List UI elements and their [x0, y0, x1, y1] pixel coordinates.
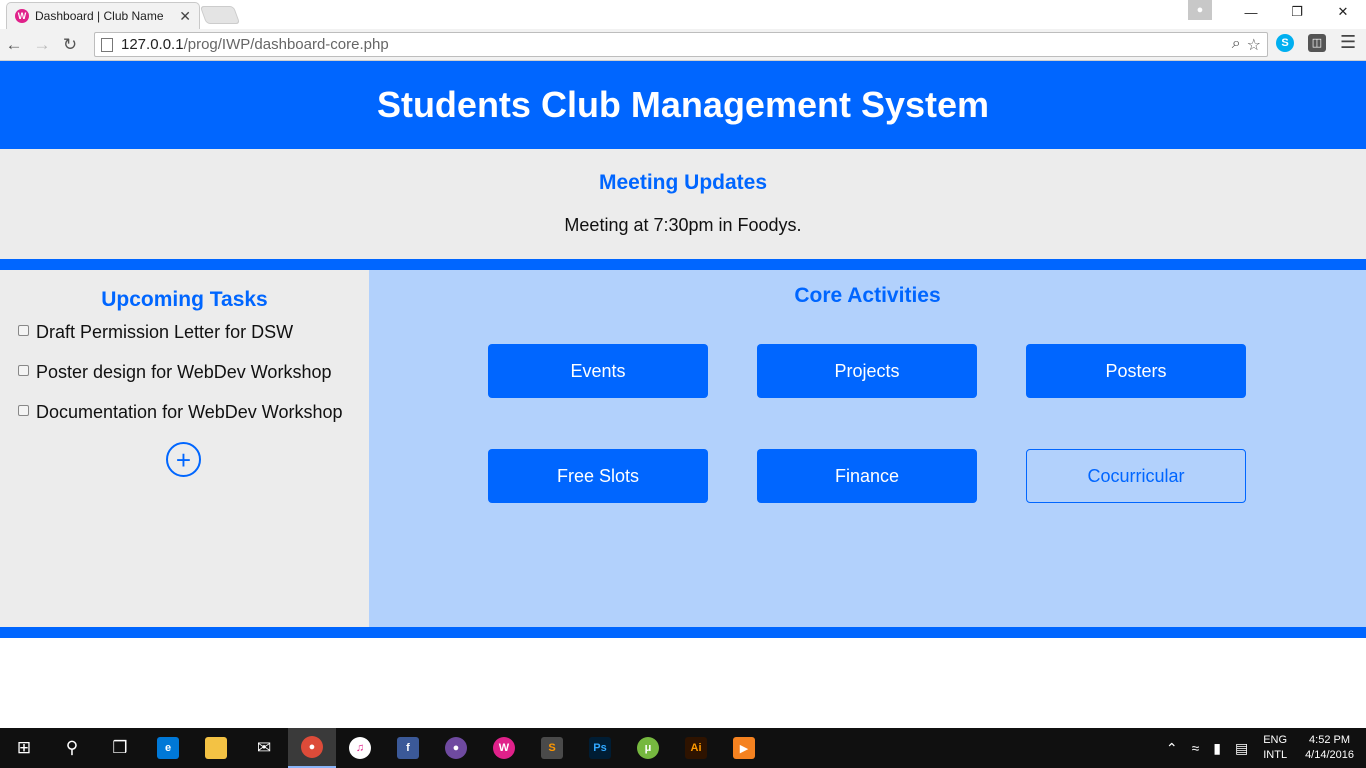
- url-host: 127.0.0.1: [121, 36, 184, 53]
- profile-icon[interactable]: ●: [1188, 0, 1212, 20]
- clock-time: 4:52 PM: [1309, 734, 1351, 746]
- upcoming-tasks-title: Upcoming Tasks: [101, 288, 268, 311]
- wifi-icon[interactable]: ≈: [1192, 740, 1200, 756]
- browser-tab[interactable]: W Dashboard | Club Name ✕: [6, 2, 200, 29]
- meeting-updates-title: Meeting Updates: [598, 171, 768, 194]
- language-indicator[interactable]: ENG INTL: [1263, 733, 1287, 763]
- task-checkbox[interactable]: [18, 365, 29, 376]
- language-code: ENG: [1263, 734, 1288, 746]
- footer-bar: [0, 627, 1366, 638]
- skype-extension-icon[interactable]: S: [1276, 33, 1294, 52]
- task-view-icon[interactable]: ❒: [96, 728, 144, 768]
- chrome-icon[interactable]: ●: [288, 728, 336, 768]
- meeting-updates-section: Meeting Updates Meeting at 7:30pm in Foo…: [0, 149, 1366, 259]
- sublime-text-icon[interactable]: S: [528, 728, 576, 768]
- core-activities-title: Core Activities: [794, 284, 941, 307]
- illustrator-icon[interactable]: Ai: [672, 728, 720, 768]
- page-bottom-space: [0, 638, 1366, 728]
- start-button[interactable]: ⊞: [0, 728, 48, 768]
- meeting-update-text: Meeting at 7:30pm in Foodys.: [564, 215, 802, 235]
- browser-tab-bar: W Dashboard | Club Name ✕ ● — ❐ ✕: [0, 0, 1366, 29]
- task-label: Draft Permission Letter for DSW: [36, 322, 294, 342]
- search-icon[interactable]: ⚲: [48, 728, 96, 768]
- wamp-favicon-icon: W: [15, 9, 29, 23]
- battery-icon[interactable]: ▮: [1213, 740, 1221, 757]
- itunes-icon[interactable]: ♫: [336, 728, 384, 768]
- keyboard-layout: INTL: [1263, 749, 1288, 761]
- page-header: Students Club Management System: [0, 61, 1366, 149]
- url-path: /prog/IWP/dashboard-core.php: [183, 36, 389, 53]
- events-button[interactable]: Events: [488, 344, 708, 398]
- clock[interactable]: 4:52 PM 4/14/2016: [1305, 733, 1354, 763]
- photoshop-icon[interactable]: Ps: [576, 728, 624, 768]
- task-label: Poster design for WebDev Workshop: [36, 362, 332, 382]
- forward-button[interactable]: →: [28, 31, 56, 59]
- finance-button[interactable]: Finance: [757, 449, 977, 503]
- new-tab-button[interactable]: [199, 6, 241, 24]
- notification-icon[interactable]: ▤: [1235, 740, 1248, 757]
- main-panels: Upcoming Tasks Draft Permission Letter f…: [0, 270, 1366, 627]
- free-slots-button[interactable]: Free Slots: [488, 449, 708, 503]
- address-bar[interactable]: 127.0.0.1/prog/IWP/dashboard-core.php ⌕ …: [94, 32, 1268, 57]
- browser-menu-icon[interactable]: ☰: [1340, 32, 1356, 53]
- file-explorer-icon[interactable]: [192, 728, 240, 768]
- chevron-up-icon[interactable]: ⌃: [1166, 740, 1178, 757]
- mail-icon[interactable]: ✉: [240, 728, 288, 768]
- task-item: Draft Permission Letter for DSW: [18, 322, 369, 343]
- back-button[interactable]: ←: [0, 31, 28, 59]
- cocurricular-button[interactable]: Cocurricular: [1026, 449, 1246, 503]
- system-tray: ⌃ ≈ ▮ ▤ ENG INTL 4:52 PM 4/14/2016: [1159, 728, 1366, 768]
- clock-date: 4/14/2016: [1305, 749, 1354, 761]
- bookmark-star-icon[interactable]: ☆: [1247, 35, 1261, 55]
- page-title: Students Club Management System: [376, 84, 990, 125]
- divider-bar: [0, 259, 1366, 270]
- window-controls: ● — ❐ ✕: [1188, 0, 1366, 24]
- close-tab-icon[interactable]: ✕: [179, 8, 191, 25]
- activity-grid: Events Projects Posters Free Slots Finan…: [488, 344, 1246, 503]
- media-player-icon[interactable]: ▶: [720, 728, 768, 768]
- task-checkbox[interactable]: [18, 325, 29, 336]
- add-task-button[interactable]: +: [166, 442, 201, 477]
- posters-button[interactable]: Posters: [1026, 344, 1246, 398]
- browser-toolbar: ← → ↻ 127.0.0.1/prog/IWP/dashboard-core.…: [0, 29, 1366, 61]
- facebook-icon[interactable]: f: [384, 728, 432, 768]
- task-label: Documentation for WebDev Workshop: [36, 402, 343, 422]
- zoom-icon[interactable]: ⌕: [1232, 35, 1241, 55]
- cat-app-icon[interactable]: ●: [432, 728, 480, 768]
- minimize-button[interactable]: —: [1228, 0, 1274, 24]
- projects-button[interactable]: Projects: [757, 344, 977, 398]
- task-checkbox[interactable]: [18, 405, 29, 416]
- utorrent-icon[interactable]: μ: [624, 728, 672, 768]
- task-item: Poster design for WebDev Workshop: [18, 362, 369, 383]
- edge-icon[interactable]: e: [144, 728, 192, 768]
- close-window-button[interactable]: ✕: [1320, 0, 1366, 24]
- tab-title: Dashboard | Club Name: [35, 9, 164, 23]
- task-item: Documentation for WebDev Workshop: [18, 402, 369, 423]
- core-activities-panel: Core Activities Events Projects Posters …: [369, 270, 1366, 627]
- upcoming-tasks-panel: Upcoming Tasks Draft Permission Letter f…: [0, 270, 369, 627]
- plus-icon: +: [175, 444, 192, 475]
- page-icon: [101, 37, 113, 52]
- windows-taskbar: ⊞ ⚲ ❒ e ✉ ● ♫ f ● W S Ps μ Ai ▶ ⌃ ≈ ▮ ▤ …: [0, 728, 1366, 768]
- shield-extension-icon[interactable]: ◫: [1308, 33, 1326, 52]
- page: Students Club Management System Meeting …: [0, 61, 1366, 728]
- wamp-icon[interactable]: W: [480, 728, 528, 768]
- restore-button[interactable]: ❐: [1274, 0, 1320, 24]
- reload-button[interactable]: ↻: [56, 31, 84, 59]
